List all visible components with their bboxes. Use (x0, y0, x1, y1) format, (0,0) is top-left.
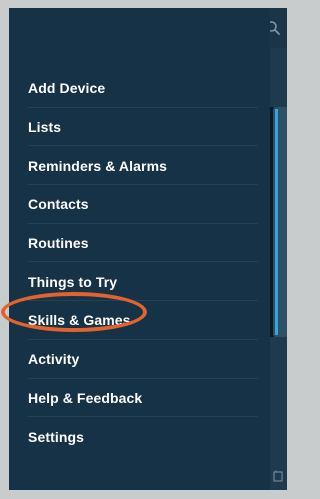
menu-item-label: Help & Feedback (28, 389, 143, 406)
drawer-menu: Add Device Lists Reminders & Alarms Cont… (9, 69, 270, 456)
menu-item-activity[interactable]: Activity (9, 340, 270, 379)
navigation-drawer: Add Device Lists Reminders & Alarms Cont… (9, 8, 270, 490)
card-accent (275, 109, 278, 335)
menu-item-add-device[interactable]: Add Device (9, 69, 270, 108)
menu-item-label: Skills & Games (28, 312, 131, 329)
menu-item-label: Reminders & Alarms (28, 157, 167, 174)
menu-item-help-feedback[interactable]: Help & Feedback (9, 379, 270, 418)
menu-item-label: Things to Try (28, 273, 118, 290)
bottom-nav-icon[interactable] (272, 470, 284, 482)
menu-item-label: Add Device (28, 80, 106, 97)
menu-item-routines[interactable]: Routines (9, 224, 270, 263)
menu-item-things-to-try[interactable]: Things to Try (9, 262, 270, 301)
menu-item-contacts[interactable]: Contacts (9, 185, 270, 224)
menu-item-label: Settings (28, 428, 85, 445)
menu-item-label: Lists (28, 119, 62, 136)
menu-item-label: Contacts (28, 196, 89, 213)
screenshot-frame: Add Device Lists Reminders & Alarms Cont… (0, 0, 294, 499)
menu-item-label: Routines (28, 235, 89, 252)
menu-item-lists[interactable]: Lists (9, 108, 270, 147)
menu-item-label: Activity (28, 351, 80, 368)
menu-item-reminders-alarms[interactable]: Reminders & Alarms (9, 146, 270, 185)
content-card[interactable] (273, 107, 287, 337)
menu-item-skills-games[interactable]: Skills & Games (9, 301, 270, 340)
menu-item-settings[interactable]: Settings (9, 417, 270, 456)
